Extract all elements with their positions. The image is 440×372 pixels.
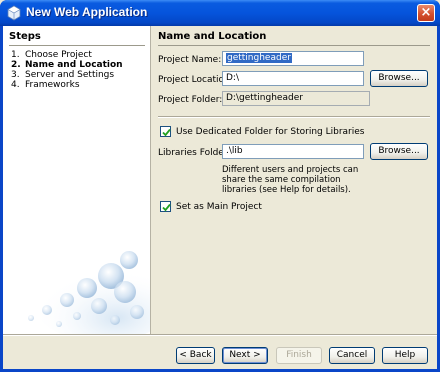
main-project-checkbox[interactable] — [160, 201, 171, 212]
libraries-help-note: Different users and projects can share t… — [222, 165, 359, 195]
steps-list: 1. Choose Project 2. Name and Location 3. S… — [11, 50, 123, 90]
step-item-name-and-location: 2. Name and Location — [11, 60, 123, 70]
checkmark-icon — [162, 128, 171, 137]
title-bar[interactable]: New Web Application × — [0, 0, 440, 26]
libraries-folder-label: Libraries Folder: — [158, 148, 231, 158]
decorative-bubbles-graphic — [28, 251, 150, 334]
step-item-server-and-settings: 3. Server and Settings — [11, 70, 115, 80]
wizard-window: New Web Application × Steps 1. Choose Pro… — [0, 0, 440, 372]
main-project-label[interactable]: Set as Main Project — [176, 202, 262, 212]
dedicated-folder-checkbox[interactable] — [160, 126, 171, 137]
step-item-choose-project: 1. Choose Project — [11, 50, 92, 60]
project-name-label: Project Name: — [158, 55, 222, 65]
steps-title: Steps — [9, 31, 41, 42]
close-icon: × — [420, 5, 432, 20]
steps-pane: Steps 1. Choose Project 2. Name and Locati… — [3, 26, 151, 334]
finish-button[interactable]: Finish — [276, 347, 322, 364]
close-button[interactable]: × — [417, 4, 435, 22]
netbeans-app-icon — [7, 5, 21, 21]
project-folder-field: D:\gettingheader — [222, 91, 370, 106]
step-item-frameworks: 4. Frameworks — [11, 80, 80, 90]
browse-libraries-button[interactable]: Browse... — [370, 143, 428, 160]
browse-location-button[interactable]: Browse... — [370, 70, 428, 87]
window-title: New Web Application — [26, 5, 148, 19]
steps-divider — [9, 45, 145, 46]
cancel-button[interactable]: Cancel — [329, 347, 375, 364]
section-title: Name and Location — [158, 31, 267, 42]
dialog-client-area: Steps 1. Choose Project 2. Name and Locati… — [3, 26, 437, 369]
libraries-folder-input[interactable]: .\lib — [222, 144, 364, 159]
project-name-input[interactable]: gettingheader — [222, 51, 364, 66]
help-button[interactable]: Help — [382, 347, 428, 364]
project-name-value: gettingheader — [226, 53, 292, 63]
section-divider — [158, 45, 430, 46]
project-location-input[interactable]: D:\ — [222, 71, 364, 86]
checkmark-icon — [162, 203, 171, 212]
button-bar-divider — [3, 334, 437, 336]
back-button[interactable]: < Back — [176, 347, 215, 364]
name-and-location-panel: Name and Location Project Name: gettingh… — [152, 26, 437, 334]
next-button[interactable]: Next > — [222, 347, 268, 364]
separator — [158, 116, 430, 118]
project-folder-label: Project Folder: — [158, 95, 223, 105]
dedicated-folder-label[interactable]: Use Dedicated Folder for Storing Librari… — [176, 127, 364, 137]
